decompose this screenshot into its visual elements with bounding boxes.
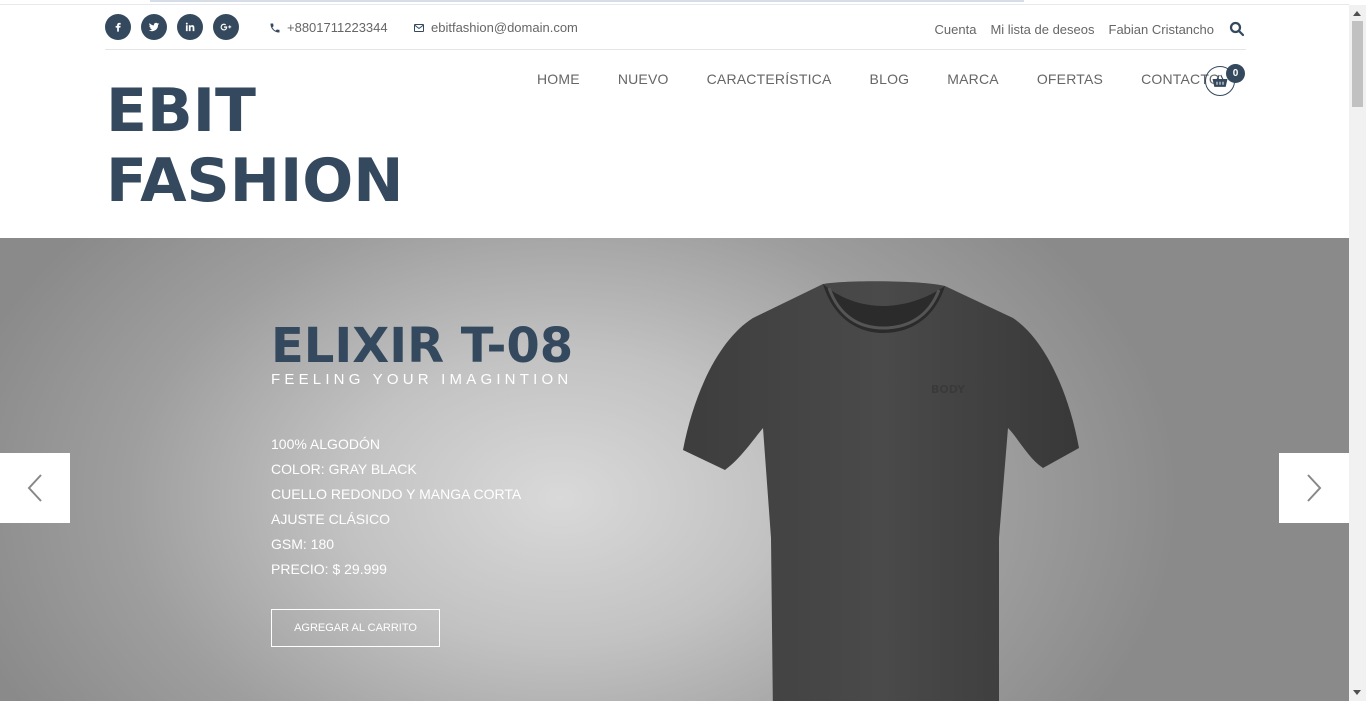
hero-slider: BODY ELIXIR T-08 FEELING YOUR IMAGINTION… <box>0 238 1349 701</box>
envelope-icon <box>414 23 424 32</box>
chevron-right-icon <box>1307 474 1322 502</box>
top-divider <box>0 4 1349 5</box>
feature-neck: CUELLO REDONDO Y MANGA CORTA <box>271 486 522 502</box>
scroll-down-arrow[interactable] <box>1353 690 1361 695</box>
product-features: 100% ALGODÓN COLOR: GRAY BLACK CUELLO RE… <box>271 432 521 582</box>
tshirt-image: BODY <box>683 281 1079 701</box>
feature-price: PRECIO: $ 29.999 <box>271 561 387 577</box>
phone-number[interactable]: +8801711223344 <box>287 20 388 35</box>
svg-text:BODY: BODY <box>931 383 966 396</box>
phone-contact: +8801711223344 <box>269 20 388 35</box>
twitter-icon[interactable] <box>141 14 167 40</box>
slider-prev-button[interactable] <box>0 453 70 523</box>
nav-marca[interactable]: MARCA <box>947 71 999 87</box>
site-logo[interactable]: EBIT FASHION <box>106 76 404 216</box>
google-plus-icon[interactable] <box>213 14 239 40</box>
chevron-left-icon <box>27 474 42 502</box>
hero-subtitle: FEELING YOUR IMAGINTION <box>271 371 573 388</box>
slider-next-button[interactable] <box>1279 453 1349 523</box>
hero-title: ELIXIR T-08 <box>271 318 574 374</box>
user-name-link[interactable]: Fabian Cristancho <box>1109 22 1215 37</box>
search-icon[interactable] <box>1228 20 1246 38</box>
account-links: Cuenta Mi lista de deseos Fabian Cristan… <box>935 20 1246 38</box>
logo-line-1: EBIT <box>106 76 256 146</box>
wishlist-link[interactable]: Mi lista de deseos <box>990 22 1094 37</box>
logo-line-2: FASHION <box>106 146 404 216</box>
nav-caracteristica[interactable]: CARACTERÍSTICA <box>707 71 832 87</box>
main-nav: HOME NUEVO CARACTERÍSTICA BLOG MARCA OFE… <box>537 71 1258 87</box>
phone-icon <box>270 23 280 32</box>
email-contact: ebitfashion@domain.com <box>413 20 578 35</box>
nav-nuevo[interactable]: NUEVO <box>618 71 669 87</box>
nav-ofertas[interactable]: OFERTAS <box>1037 71 1103 87</box>
browser-progress-line <box>150 0 1024 2</box>
cart-count-badge: 0 <box>1226 64 1245 83</box>
feature-gsm: GSM: 180 <box>271 536 335 552</box>
linkedin-icon[interactable] <box>177 14 203 40</box>
feature-fit: AJUSTE CLÁSICO <box>271 511 391 527</box>
nav-home[interactable]: HOME <box>537 71 580 87</box>
add-to-cart-button[interactable]: AGREGAR AL CARRITO <box>271 609 440 647</box>
email-address[interactable]: ebitfashion@domain.com <box>431 20 578 35</box>
scroll-up-arrow[interactable] <box>1353 11 1361 16</box>
page-scrollbar[interactable] <box>1349 5 1366 701</box>
top-bar: +8801711223344 ebitfashion@domain.com Cu… <box>105 14 1246 50</box>
scroll-thumb[interactable] <box>1352 21 1363 107</box>
account-link[interactable]: Cuenta <box>935 22 977 37</box>
feature-material: 100% ALGODÓN <box>271 436 380 452</box>
facebook-icon[interactable] <box>105 14 131 40</box>
feature-color: COLOR: GRAY BLACK <box>271 461 417 477</box>
nav-blog[interactable]: BLOG <box>870 71 910 87</box>
social-links <box>105 14 239 40</box>
